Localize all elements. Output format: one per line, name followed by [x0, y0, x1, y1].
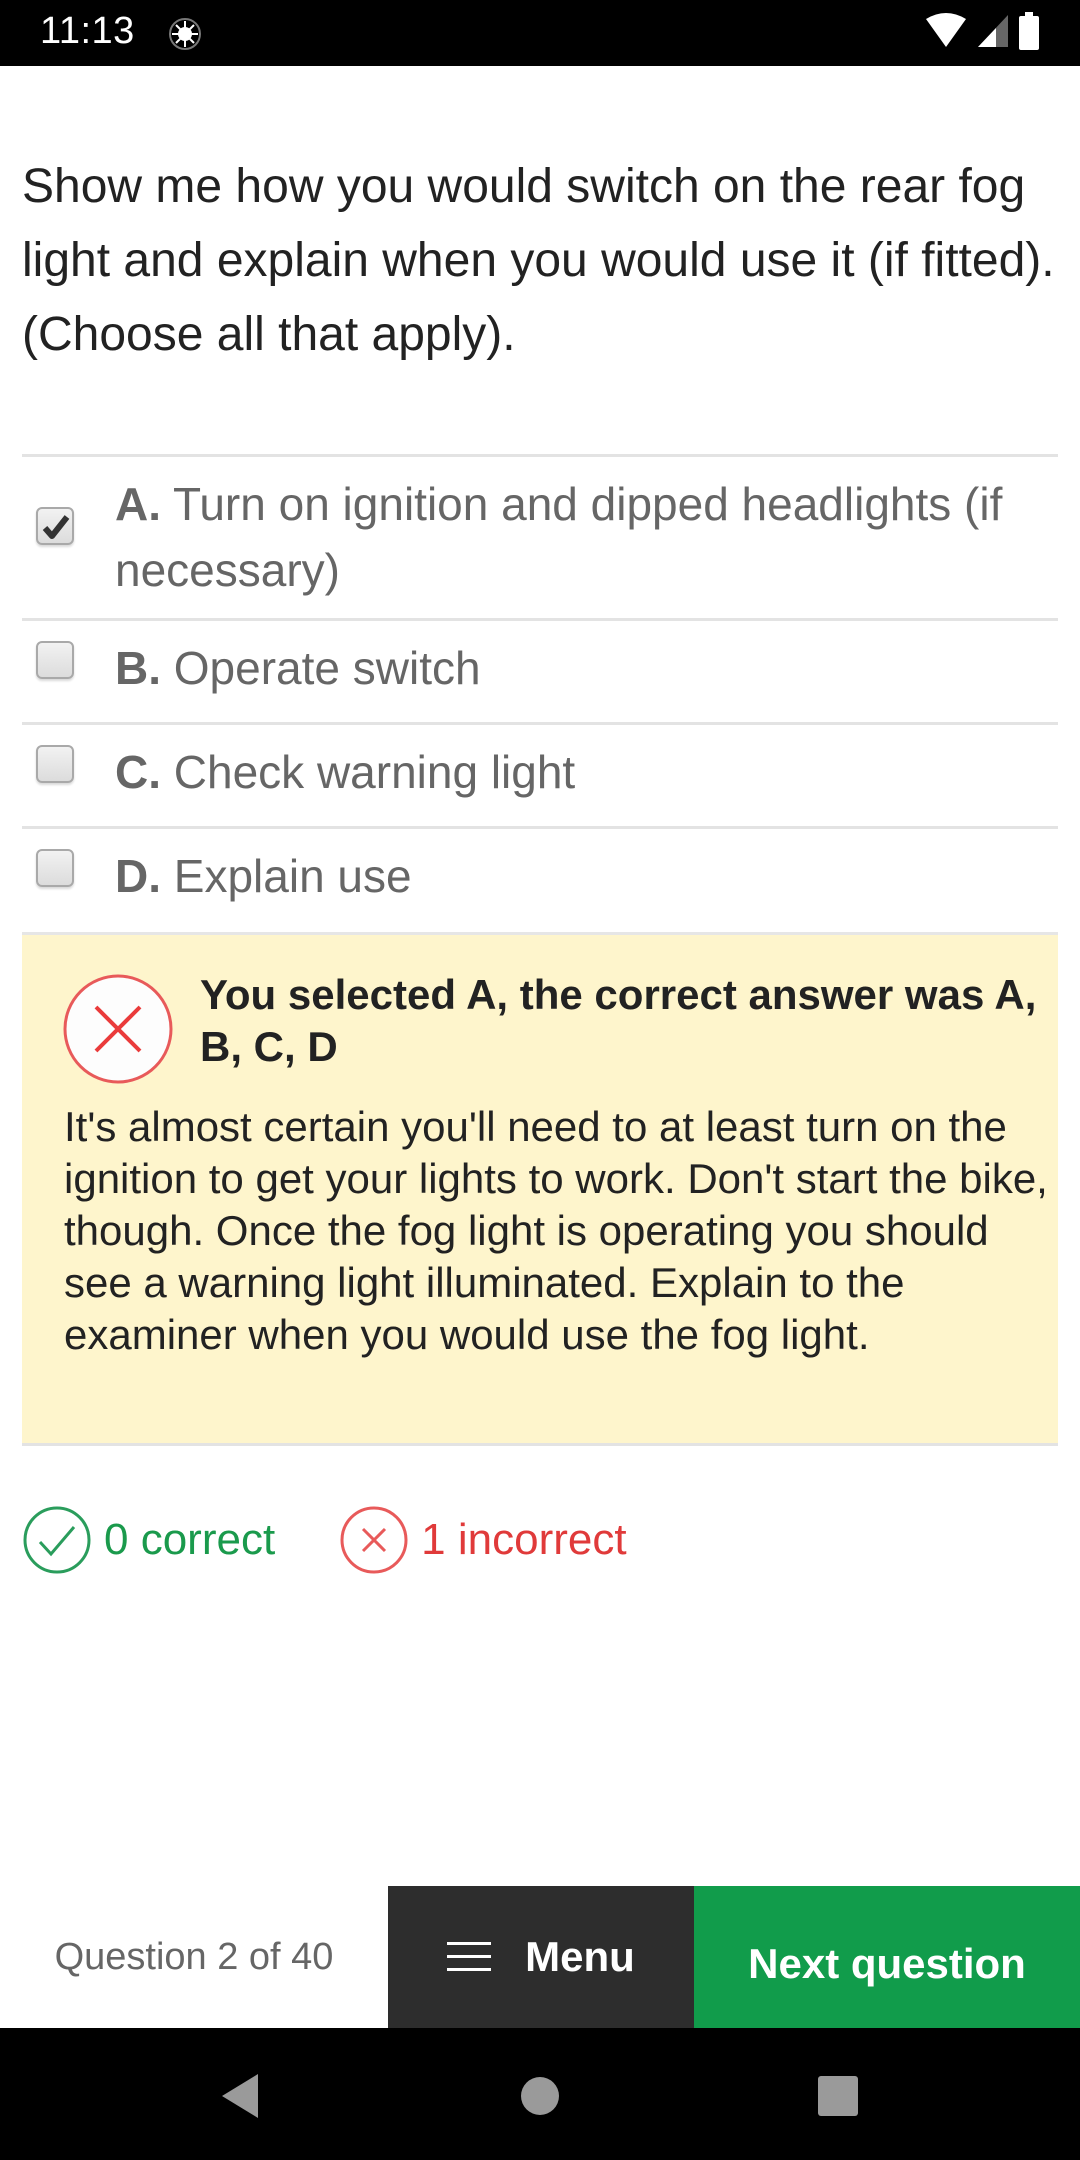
battery-icon	[1018, 11, 1040, 55]
correct-count: 0 correct	[22, 1505, 275, 1575]
menu-button-label: Menu	[525, 1933, 635, 1980]
option-b[interactable]: B. Operate switch	[22, 618, 1058, 722]
question-counter: Question 2 of 40	[0, 1886, 388, 2028]
option-c[interactable]: C. Check warning light	[22, 722, 1058, 826]
cell-signal-icon	[976, 13, 1010, 54]
correct-check-icon	[23, 1506, 91, 1574]
next-question-button[interactable]: Next question	[694, 1886, 1080, 2028]
option-label: Operate switch	[173, 642, 481, 694]
status-time: 11:13	[40, 10, 135, 52]
notification-icon	[168, 17, 202, 51]
incorrect-count-label: 1 incorrect	[421, 1515, 627, 1564]
option-letter: A.	[115, 478, 161, 530]
option-label: Check warning light	[173, 746, 576, 798]
option-a-checkbox[interactable]	[36, 507, 74, 545]
option-letter: C.	[115, 746, 161, 798]
recents-button[interactable]	[798, 2056, 878, 2136]
recents-square-icon	[818, 2076, 858, 2116]
feedback-title: You selected A, the correct answer was A…	[200, 971, 1037, 1070]
back-triangle-icon	[222, 2074, 258, 2118]
score-summary: 0 correct 1 incorrect	[22, 1504, 691, 1576]
option-letter: D.	[115, 850, 161, 902]
option-c-checkbox[interactable]	[36, 745, 74, 783]
menu-button[interactable]: Menu	[388, 1886, 694, 2028]
answer-feedback-panel: You selected A, the correct answer was A…	[22, 932, 1058, 1446]
option-d-checkbox[interactable]	[36, 849, 74, 887]
option-label: Turn on ignition and dipped headlights (…	[115, 478, 1003, 596]
home-circle-icon	[521, 2077, 559, 2115]
option-label: Explain use	[173, 850, 412, 902]
incorrect-x-icon	[62, 973, 174, 1085]
feedback-explanation: It's almost certain you'll need to at le…	[64, 1103, 1048, 1358]
hamburger-menu-icon	[447, 1942, 492, 1971]
option-letter: B.	[115, 642, 161, 694]
status-bar: 11:13	[0, 0, 1080, 66]
option-b-checkbox[interactable]	[36, 641, 74, 679]
incorrect-x-icon	[340, 1506, 408, 1574]
answer-options: A. Turn on ignition and dipped headlight…	[22, 454, 1058, 930]
back-button[interactable]	[200, 2056, 280, 2136]
wifi-icon	[924, 12, 968, 54]
system-navigation-bar	[0, 2028, 1080, 2160]
correct-count-label: 0 correct	[104, 1515, 276, 1564]
checkmark-icon	[42, 515, 70, 539]
incorrect-count: 1 incorrect	[339, 1505, 627, 1575]
option-a[interactable]: A. Turn on ignition and dipped headlight…	[22, 454, 1058, 618]
option-d[interactable]: D. Explain use	[22, 826, 1058, 930]
home-button[interactable]	[500, 2056, 580, 2136]
question-text: Show me how you would switch on the rear…	[22, 160, 1055, 361]
bottom-toolbar: Question 2 of 40 Menu Next question	[0, 1886, 1080, 2028]
